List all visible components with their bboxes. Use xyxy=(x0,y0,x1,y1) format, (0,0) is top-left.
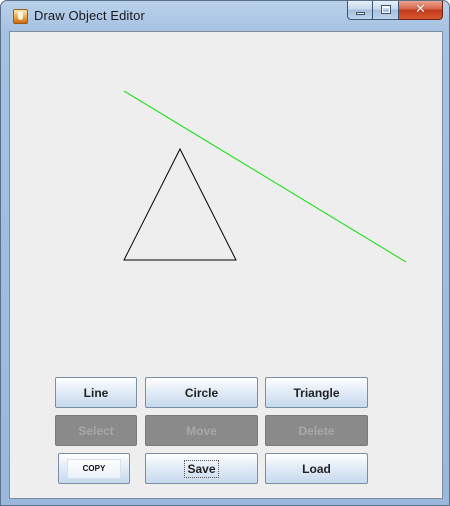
load-button-label: Load xyxy=(302,461,331,476)
select-button-label: Select xyxy=(78,423,114,438)
delete-button-label: Delete xyxy=(298,423,335,438)
content-panel: Line Circle Triangle Select Move Delete … xyxy=(9,31,443,499)
window-controls: ✕ xyxy=(347,1,443,21)
maximize-icon xyxy=(381,5,391,14)
drawing-canvas[interactable] xyxy=(10,32,442,372)
triangle-shape[interactable] xyxy=(123,147,237,261)
triangle-button-label: Triangle xyxy=(293,385,340,400)
copy-button-label: COPY xyxy=(82,464,106,473)
copy-button-face: COPY xyxy=(67,458,121,479)
move-button[interactable]: Move xyxy=(145,415,258,446)
window-title: Draw Object Editor xyxy=(34,8,145,23)
triangle-button[interactable]: Triangle xyxy=(265,377,368,408)
copy-button[interactable]: COPY xyxy=(58,453,130,484)
line-button-label: Line xyxy=(83,385,109,400)
delete-button[interactable]: Delete xyxy=(265,415,368,446)
close-button[interactable]: ✕ xyxy=(399,1,443,20)
line-button[interactable]: Line xyxy=(55,377,137,408)
save-button-label: Save xyxy=(184,459,219,478)
minimize-button[interactable] xyxy=(347,1,373,20)
java-app-icon[interactable] xyxy=(13,9,28,24)
title-bar[interactable]: Draw Object Editor ✕ xyxy=(1,1,449,31)
minimize-icon xyxy=(356,12,365,15)
load-button[interactable]: Load xyxy=(265,453,368,484)
move-button-label: Move xyxy=(186,423,217,438)
circle-button-label: Circle xyxy=(184,385,219,400)
close-icon: ✕ xyxy=(415,2,426,17)
save-button[interactable]: Save xyxy=(145,453,258,484)
maximize-button[interactable] xyxy=(373,1,399,20)
app-window: Draw Object Editor ✕ Line Circle Triangl… xyxy=(0,0,450,506)
circle-button[interactable]: Circle xyxy=(145,377,258,408)
select-button[interactable]: Select xyxy=(55,415,137,446)
